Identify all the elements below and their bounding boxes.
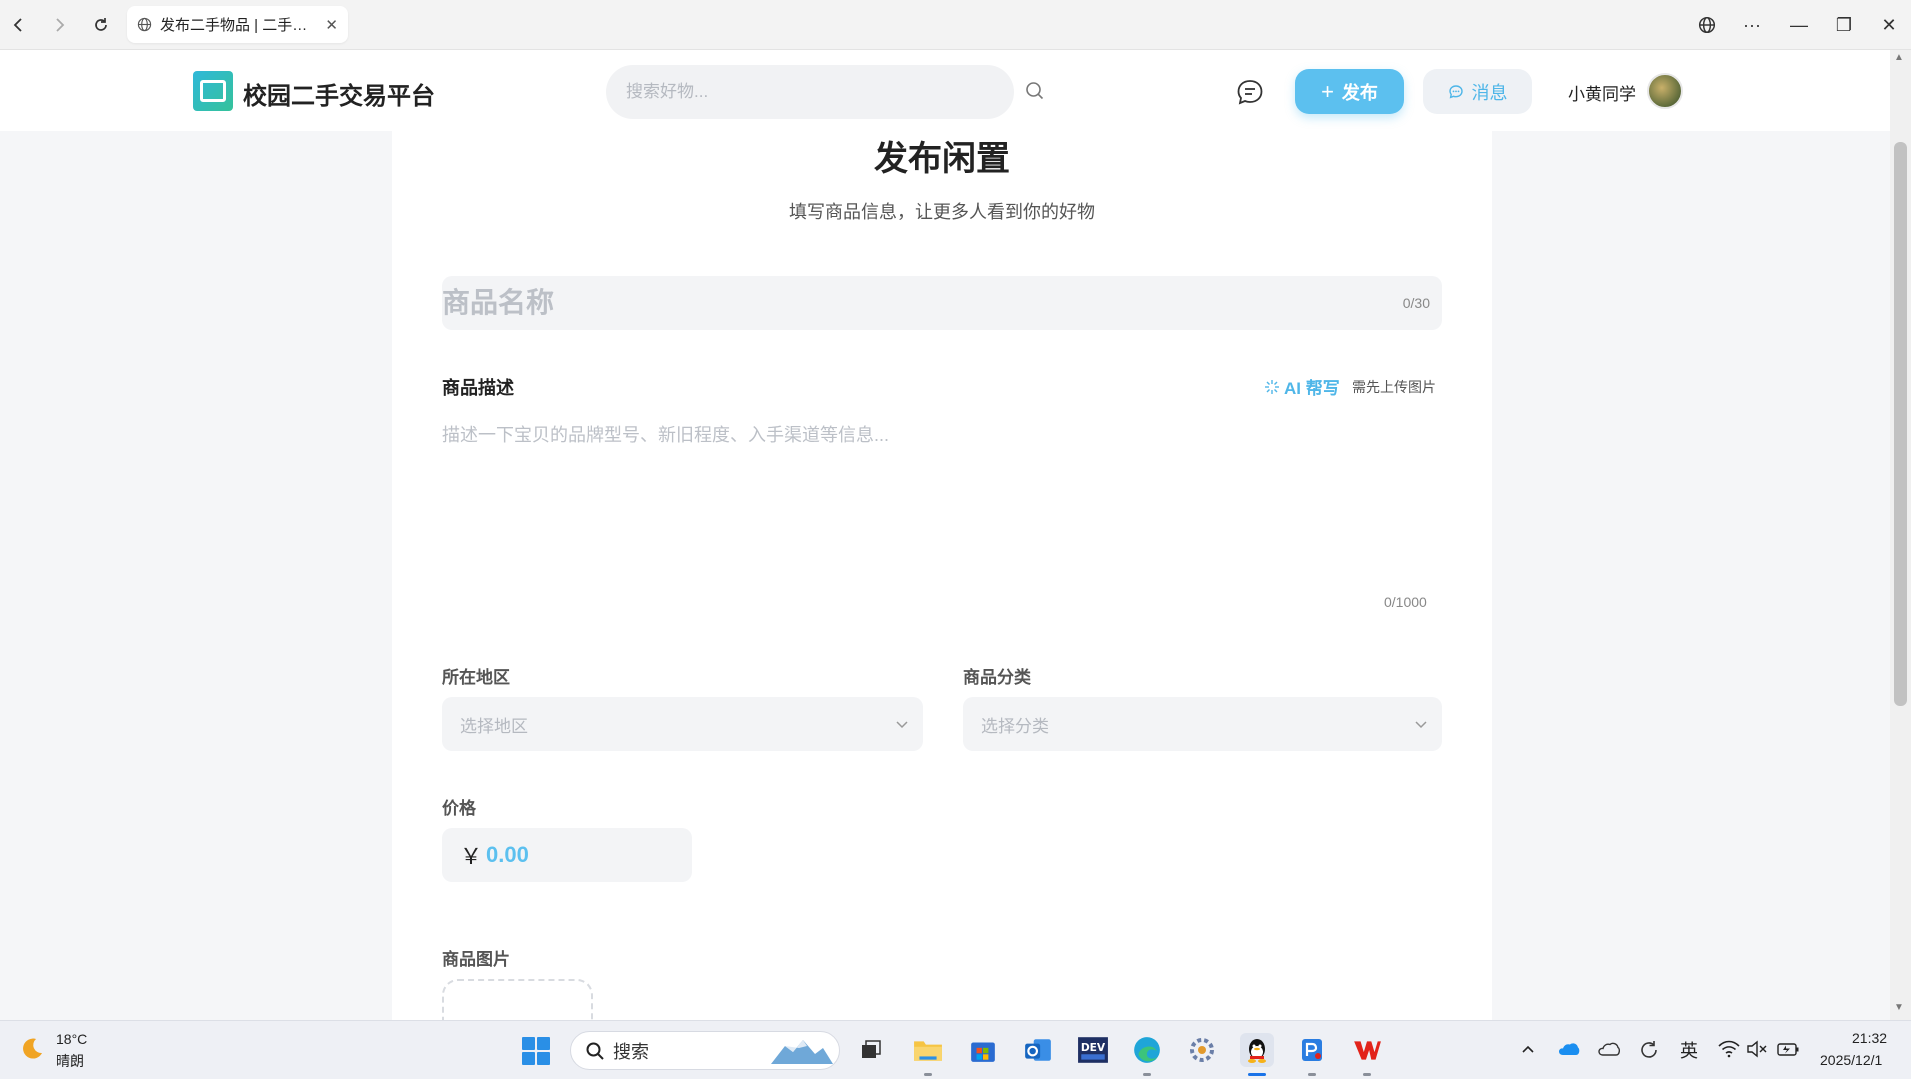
globe-icon [1698, 16, 1716, 34]
back-button[interactable] [4, 10, 34, 40]
dev-tool-icon[interactable]: DEV [1076, 1033, 1110, 1067]
input-method-indicator[interactable]: 英 [1680, 1037, 1698, 1063]
microsoft-store-icon[interactable] [966, 1033, 1000, 1067]
taskbar: 18°C 晴朗 搜索 DEV 英 21:32 2025/12/1 [0, 1020, 1911, 1079]
moon-icon[interactable] [18, 1035, 46, 1063]
running-indicator [1363, 1073, 1371, 1076]
page-subtitle: 填写商品信息，让更多人看到你的好物 [789, 202, 1095, 222]
browser-tab[interactable]: 发布二手物品 | 二手… ✕ [127, 6, 348, 43]
chevron-down-icon [1415, 721, 1427, 729]
search-highlight-icon [771, 1040, 833, 1064]
wifi-icon[interactable] [1718, 1040, 1740, 1058]
svg-text:DEV: DEV [1081, 1041, 1106, 1054]
qq-icon[interactable] [1240, 1033, 1274, 1067]
username[interactable]: 小黄同学 [1568, 80, 1636, 105]
edge-icon[interactable] [1130, 1033, 1164, 1067]
description-counter: 0/1000 [1384, 594, 1427, 610]
messages-button[interactable]: 消息 [1423, 69, 1532, 114]
page-title: 发布闲置 [874, 140, 1010, 178]
running-indicator [1143, 1073, 1151, 1076]
region-placeholder: 选择地区 [460, 716, 528, 736]
publish-button[interactable]: + 发布 [1295, 69, 1404, 114]
writing-app-icon[interactable] [1295, 1033, 1329, 1067]
clock-date[interactable]: 2025/12/1 [1820, 1052, 1882, 1068]
plus-icon: + [1321, 78, 1334, 104]
scroll-down-icon[interactable]: ▼ [1894, 1002, 1904, 1013]
close-window-button[interactable]: ✕ [1874, 10, 1904, 40]
reload-icon [95, 18, 107, 31]
onedrive-icon[interactable] [1558, 1041, 1580, 1057]
taskbar-search-label: 搜索 [613, 1041, 649, 1062]
more-menu-button[interactable]: ··· [1737, 10, 1767, 40]
page-scrollbar[interactable]: ▲ ▼ [1890, 50, 1911, 1020]
avatar[interactable] [1647, 73, 1683, 109]
category-placeholder: 选择分类 [981, 716, 1049, 736]
site-info-button[interactable] [1692, 10, 1722, 40]
reload-button[interactable] [86, 10, 116, 40]
wps-office-icon[interactable] [1350, 1033, 1384, 1067]
ai-help-hint: 需先上传图片 [1352, 379, 1436, 395]
ai-help-label: AI 帮写 [1284, 379, 1340, 398]
clock-time[interactable]: 21:32 [1852, 1030, 1887, 1046]
settings-gear-icon[interactable] [1185, 1033, 1219, 1067]
scroll-thumb[interactable] [1894, 142, 1907, 706]
running-indicator [1308, 1073, 1316, 1076]
site-header: 校园二手交易平台 + 发布 消息 小黄同学 [0, 50, 1890, 131]
site-logo-icon[interactable] [193, 71, 233, 111]
item-name-counter: 0/30 [1402, 295, 1430, 311]
running-indicator [924, 1073, 932, 1076]
battery-icon[interactable] [1776, 1040, 1800, 1058]
volume-muted-icon[interactable] [1746, 1040, 1768, 1058]
windows-start-icon[interactable] [522, 1037, 550, 1065]
site-name[interactable]: 校园二手交易平台 [243, 76, 435, 111]
item-name-field[interactable]: 0/30 [442, 276, 1442, 330]
search-input[interactable] [606, 65, 1014, 119]
publish-form-card: 发布闲置 填写商品信息，让更多人看到你的好物 0/30 商品描述 AI 帮写 需… [392, 131, 1492, 1039]
weather-description[interactable]: 晴朗 [56, 1051, 84, 1071]
publish-label: 发布 [1341, 82, 1378, 103]
weather-temperature[interactable]: 18°C [56, 1031, 87, 1047]
search-icon[interactable] [1024, 80, 1046, 102]
messages-label: 消息 [1471, 82, 1508, 103]
taskbar-search[interactable]: 搜索 [570, 1031, 840, 1070]
back-icon [13, 18, 22, 32]
price-field[interactable]: ￥ [442, 828, 692, 882]
ai-help-button[interactable]: AI 帮写 [1264, 374, 1340, 399]
globe-icon [137, 17, 152, 32]
tab-title: 发布二手物品 | 二手… [160, 17, 308, 34]
active-app-indicator [1248, 1073, 1266, 1076]
chevron-up-icon[interactable] [1520, 1041, 1536, 1057]
minimize-button[interactable]: — [1784, 10, 1814, 40]
forward-icon [56, 18, 65, 32]
chat-icon[interactable] [1234, 76, 1266, 108]
restore-button[interactable]: ❐ [1829, 10, 1859, 40]
category-select[interactable]: 选择分类 [963, 697, 1442, 751]
currency-symbol: ￥ [460, 844, 483, 869]
item-name-input[interactable] [442, 276, 1442, 330]
price-label: 价格 [442, 799, 476, 818]
search-icon [586, 1042, 604, 1060]
category-label: 商品分类 [963, 668, 1031, 687]
browser-toolbar: 发布二手物品 | 二手… ✕ ··· — ❐ ✕ [0, 0, 1911, 50]
images-label: 商品图片 [442, 950, 510, 969]
description-label: 商品描述 [442, 378, 514, 398]
region-label: 所在地区 [442, 668, 510, 687]
scroll-up-icon[interactable]: ▲ [1894, 52, 1904, 63]
price-input[interactable] [486, 842, 667, 868]
region-select[interactable]: 选择地区 [442, 697, 923, 751]
sync-icon[interactable] [1638, 1039, 1660, 1061]
message-bubble-icon [1448, 84, 1463, 99]
tab-close-icon[interactable]: ✕ [325, 16, 338, 34]
file-explorer-icon[interactable] [911, 1033, 945, 1067]
task-view-icon[interactable] [854, 1033, 888, 1067]
description-textarea[interactable] [442, 421, 1442, 581]
outlook-icon[interactable] [1021, 1033, 1055, 1067]
cloud-icon[interactable] [1598, 1041, 1620, 1057]
chevron-down-icon [896, 721, 908, 729]
forward-button[interactable] [44, 10, 74, 40]
sparkle-icon [1265, 379, 1279, 394]
